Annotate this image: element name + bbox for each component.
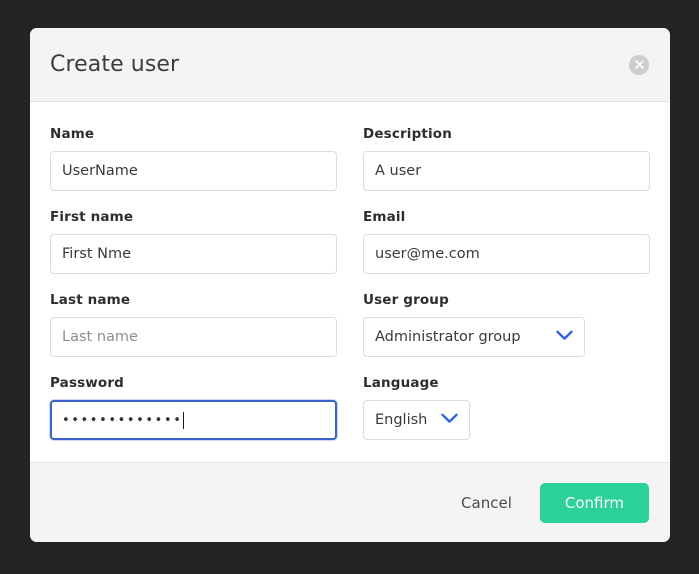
- field-last-name: Last name: [50, 292, 337, 357]
- confirm-button[interactable]: Confirm: [539, 482, 649, 523]
- field-description: Description: [363, 126, 650, 191]
- create-user-form: Name Description First name Email Last n…: [50, 126, 650, 458]
- chevron-down-icon: [441, 412, 458, 428]
- dialog-footer: Cancel Confirm: [30, 462, 670, 542]
- label-last-name: Last name: [50, 292, 131, 308]
- label-user-group: User group: [363, 292, 449, 308]
- language-value: English: [375, 412, 428, 428]
- close-icon: [634, 60, 644, 69]
- page-title: Create user: [50, 52, 180, 77]
- password-masked-value: •••••••••••••: [62, 412, 183, 428]
- label-first-name: First name: [50, 209, 134, 225]
- label-language: Language: [363, 375, 439, 391]
- text-caret: [183, 411, 185, 429]
- first-name-input[interactable]: [50, 234, 337, 274]
- cancel-button[interactable]: Cancel: [459, 488, 514, 518]
- label-email: Email: [363, 209, 406, 225]
- field-email: Email: [363, 209, 650, 274]
- field-password: Password •••••••••••••: [50, 375, 337, 440]
- last-name-input[interactable]: [50, 317, 337, 357]
- user-group-value: Administrator group: [375, 329, 521, 345]
- field-name: Name: [50, 126, 337, 191]
- chevron-down-icon: [556, 329, 573, 345]
- dialog-header: Create user: [30, 28, 670, 102]
- email-input[interactable]: [363, 234, 650, 274]
- close-button[interactable]: [629, 54, 649, 75]
- label-name: Name: [50, 126, 95, 142]
- password-input[interactable]: •••••••••••••: [50, 400, 337, 440]
- label-description: Description: [363, 126, 452, 142]
- description-input[interactable]: [363, 151, 650, 191]
- language-select[interactable]: English: [363, 400, 470, 440]
- field-first-name: First name: [50, 209, 337, 274]
- field-user-group: User group Administrator group: [363, 292, 650, 357]
- field-language: Language English: [363, 375, 650, 440]
- user-group-select[interactable]: Administrator group: [363, 317, 585, 357]
- create-user-dialog: Create user Name Description F: [30, 28, 670, 542]
- label-password: Password: [50, 375, 124, 391]
- dialog-body: Name Description First name Email Last n…: [30, 102, 670, 462]
- name-input[interactable]: [50, 151, 337, 191]
